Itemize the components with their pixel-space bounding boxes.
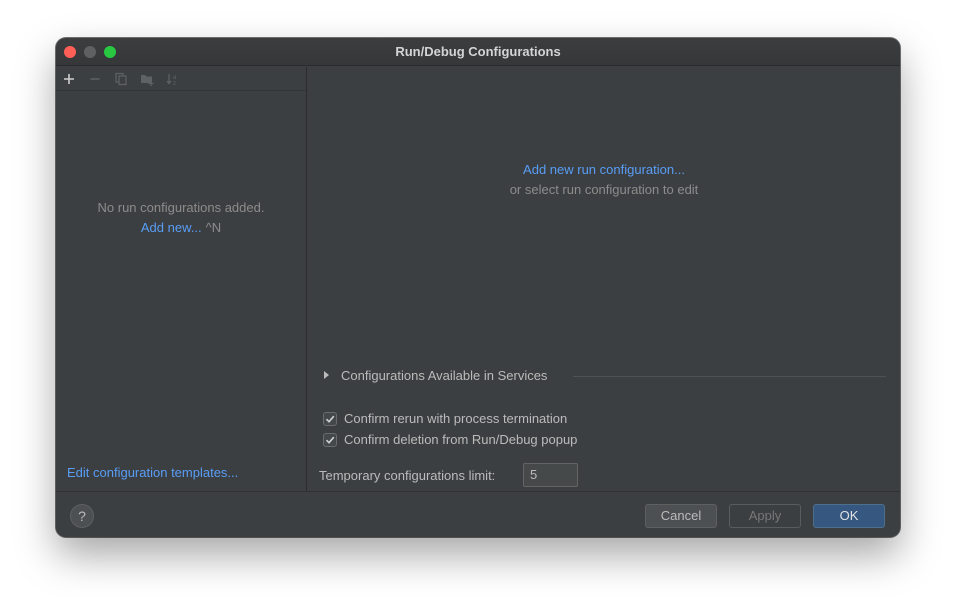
services-section-toggle[interactable]: Configurations Available in Services	[322, 368, 886, 384]
svg-text:z: z	[173, 81, 176, 87]
edit-configuration-templates-link[interactable]: Edit configuration templates...	[67, 465, 238, 480]
help-button[interactable]: ?	[70, 504, 94, 528]
temporary-limit-label: Temporary configurations limit:	[319, 468, 496, 483]
confirm-deletion-option[interactable]: Confirm deletion from Run/Debug popup	[322, 432, 742, 448]
folder-icon[interactable]	[139, 71, 155, 87]
add-new-link[interactable]: Add new...	[141, 220, 202, 235]
expand-triangle-icon	[324, 371, 329, 379]
temporary-limit-input[interactable]: 5	[523, 463, 578, 487]
ok-button[interactable]: OK	[813, 504, 885, 528]
add-icon[interactable]	[61, 71, 77, 87]
sort-icon[interactable]: az	[165, 71, 181, 87]
title-bar: Run/Debug Configurations	[56, 38, 900, 66]
remove-icon[interactable]	[87, 71, 103, 87]
dialog-footer: ? Cancel Apply OK	[56, 491, 900, 537]
window-title: Run/Debug Configurations	[395, 44, 561, 59]
configurations-toolbar: az	[56, 67, 306, 91]
configurations-list-panel: az No run configurations added. Add new.…	[56, 67, 307, 491]
configuration-details-panel: Add new run configuration... or select r…	[308, 67, 900, 491]
services-section-label: Configurations Available in Services	[341, 368, 548, 383]
copy-icon[interactable]	[113, 71, 129, 87]
confirm-rerun-option[interactable]: Confirm rerun with process termination	[322, 411, 742, 427]
confirm-deletion-checkbox[interactable]	[323, 433, 337, 447]
run-debug-configurations-dialog: Run/Debug Configurations az No run confi…	[56, 38, 900, 537]
confirm-rerun-checkbox[interactable]	[323, 412, 337, 426]
add-config-row: Add new run configuration...	[308, 162, 900, 177]
cancel-button[interactable]: Cancel	[645, 504, 717, 528]
section-divider	[573, 376, 886, 377]
empty-configurations-message: No run configurations added.	[97, 200, 265, 215]
select-configuration-hint: or select run configuration to edit	[509, 182, 699, 197]
add-new-run-configuration-link[interactable]: Add new run configuration...	[523, 162, 685, 177]
add-new-shortcut: ^N	[205, 220, 222, 235]
add-new-row: Add new... ^N	[56, 220, 306, 235]
confirm-deletion-label: Confirm deletion from Run/Debug popup	[344, 432, 578, 447]
apply-button[interactable]: Apply	[729, 504, 801, 528]
confirm-rerun-label: Confirm rerun with process termination	[344, 411, 568, 426]
